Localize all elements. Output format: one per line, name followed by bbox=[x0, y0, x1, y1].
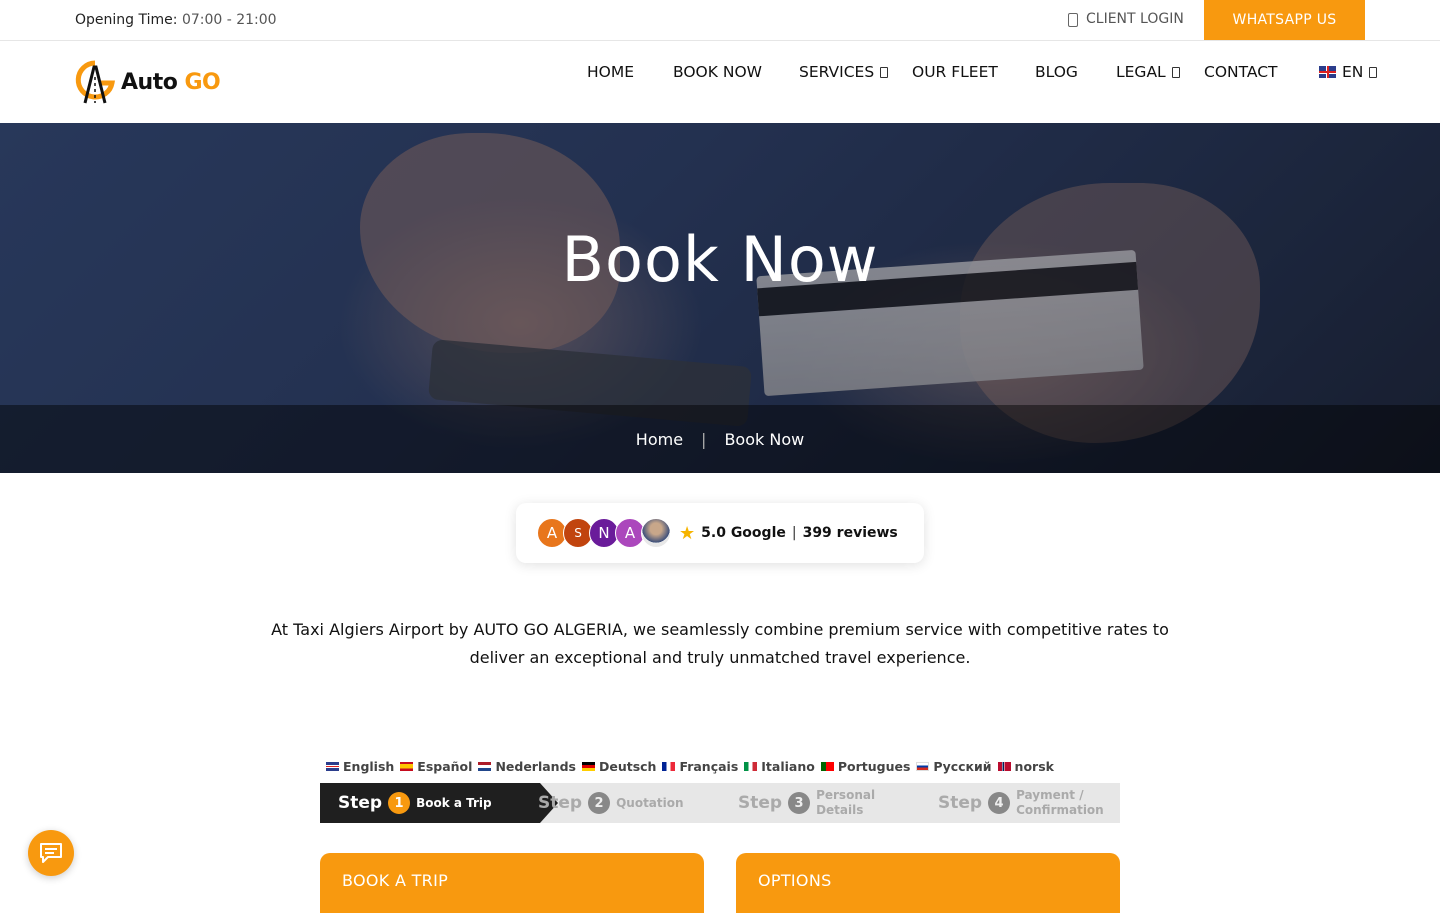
step-number: 1 bbox=[388, 792, 411, 814]
step-word: Step bbox=[338, 793, 383, 813]
star-icon: ★ bbox=[679, 522, 696, 544]
step-label: Quotation bbox=[616, 795, 684, 810]
review-count: 399 reviews bbox=[802, 525, 898, 541]
opening-time-label: Opening Time: bbox=[75, 12, 178, 28]
lang-label: Français bbox=[679, 759, 739, 774]
lang-label: Русский bbox=[933, 759, 992, 774]
lang-italian[interactable]: Italiano bbox=[744, 759, 815, 774]
step-1[interactable]: Step 1 Book a Trip bbox=[320, 783, 558, 823]
client-login-label: CLIENT LOGIN bbox=[1086, 11, 1184, 27]
brand-name-auto: Auto bbox=[121, 69, 185, 95]
lang-norwegian[interactable]: norsk bbox=[997, 759, 1054, 774]
booking-language-list: English Español Nederlands Deutsch Franç… bbox=[326, 759, 1054, 774]
step-label: Book a Trip bbox=[416, 795, 492, 810]
step-word: Step bbox=[538, 793, 583, 813]
lang-spanish[interactable]: Español bbox=[400, 759, 472, 774]
nav-our-fleet[interactable]: OUR FLEET bbox=[912, 63, 998, 81]
lang-dutch[interactable]: Nederlands bbox=[478, 759, 576, 774]
client-login-link[interactable]: CLIENT LOGIN bbox=[1066, 11, 1184, 27]
step-3[interactable]: Step 3 Personal Details bbox=[738, 783, 886, 823]
portugal-flag-icon bbox=[820, 762, 834, 771]
opening-time: Opening Time: 07:00 - 21:00 bbox=[75, 12, 277, 28]
chat-widget-button[interactable] bbox=[28, 830, 74, 876]
nav-book-now-label: BOOK NOW bbox=[673, 63, 762, 81]
booking-steps: Step 1 Book a Trip Step 2 Quotation Step… bbox=[320, 783, 1120, 823]
nav-services-label: SERVICES bbox=[799, 63, 875, 81]
nav-blog-label: BLOG bbox=[1035, 63, 1078, 81]
breadcrumb-current: Book Now bbox=[724, 429, 805, 449]
lang-label: Portugues bbox=[837, 759, 911, 774]
breadcrumb: Home | Book Now bbox=[0, 405, 1440, 473]
nav-contact[interactable]: CONTACT bbox=[1204, 63, 1278, 81]
language-label: EN bbox=[1342, 63, 1364, 81]
opening-time-value: 07:00 - 21:00 bbox=[181, 12, 277, 28]
lang-label: English bbox=[343, 759, 395, 774]
chat-bubble-icon bbox=[40, 843, 62, 863]
step-label: Payment / Confirmation bbox=[1016, 788, 1104, 817]
brand-name: Auto GO bbox=[121, 69, 221, 95]
chevron-down-icon bbox=[880, 66, 889, 78]
lang-label: norsk bbox=[1014, 759, 1054, 774]
breadcrumb-separator: | bbox=[701, 429, 707, 449]
step-label: Personal Details bbox=[816, 788, 876, 817]
main-header: Auto GO HOME BOOK NOW SERVICES OUR FLEET… bbox=[0, 41, 1440, 123]
mobile-icon bbox=[1066, 12, 1078, 27]
chevron-down-icon bbox=[1171, 66, 1180, 78]
reviewer-avatars: A S N A bbox=[537, 518, 671, 548]
spain-flag-icon bbox=[400, 762, 414, 771]
netherlands-flag-icon bbox=[478, 762, 492, 771]
russia-flag-icon bbox=[916, 762, 930, 771]
review-separator: | bbox=[791, 525, 797, 541]
lang-french[interactable]: Français bbox=[662, 759, 738, 774]
google-reviews-badge[interactable]: A S N A ★ 5.0 Google | 399 reviews bbox=[516, 503, 924, 563]
norway-flag-icon bbox=[997, 762, 1011, 771]
lang-label: Italiano bbox=[761, 759, 815, 774]
logo-icon bbox=[75, 60, 115, 104]
germany-flag-icon bbox=[581, 762, 595, 771]
step-number: 2 bbox=[588, 792, 611, 814]
lang-english[interactable]: English bbox=[326, 759, 394, 774]
lang-german[interactable]: Deutsch bbox=[581, 759, 657, 774]
chevron-down-icon bbox=[1369, 66, 1378, 78]
nav-blog[interactable]: BLOG bbox=[1035, 63, 1078, 81]
options-panel-header: OPTIONS bbox=[736, 853, 1120, 913]
uk-flag-icon bbox=[326, 762, 339, 771]
nav-services[interactable]: SERVICES bbox=[799, 63, 889, 81]
step-number: 4 bbox=[988, 792, 1011, 814]
step-4[interactable]: Step 4 Payment / Confirmation bbox=[938, 783, 1116, 823]
france-flag-icon bbox=[662, 762, 676, 771]
step-2[interactable]: Step 2 Quotation bbox=[538, 783, 684, 823]
nav-legal-label: LEGAL bbox=[1116, 63, 1166, 81]
nav-our-fleet-label: OUR FLEET bbox=[912, 63, 998, 81]
brand-name-go: GO bbox=[184, 69, 221, 95]
step-word: Step bbox=[938, 793, 983, 813]
step-number: 3 bbox=[788, 792, 811, 814]
intro-text: At Taxi Algiers Airport by AUTO GO ALGER… bbox=[271, 620, 1169, 667]
book-a-trip-panel-header: BOOK A TRIP bbox=[320, 853, 704, 913]
language-switcher[interactable]: EN bbox=[1319, 63, 1378, 81]
avatar-photo bbox=[641, 518, 671, 548]
lang-portuguese[interactable]: Portugues bbox=[820, 759, 911, 774]
lang-label: Nederlands bbox=[495, 759, 576, 774]
site-logo[interactable]: Auto GO bbox=[75, 59, 221, 105]
breadcrumb-home[interactable]: Home bbox=[636, 430, 683, 449]
nav-home-label: HOME bbox=[587, 63, 635, 81]
lang-label: Deutsch bbox=[598, 759, 657, 774]
whatsapp-button[interactable]: WHATSAPP US bbox=[1204, 0, 1365, 40]
lang-russian[interactable]: Русский bbox=[916, 759, 992, 774]
review-score: 5.0 Google bbox=[701, 525, 786, 541]
step-word: Step bbox=[738, 793, 783, 813]
top-bar: Opening Time: 07:00 - 21:00 CLIENT LOGIN… bbox=[0, 0, 1440, 41]
hero-banner: Book Now Home | Book Now bbox=[0, 123, 1440, 473]
nav-legal[interactable]: LEGAL bbox=[1116, 63, 1180, 81]
page-title: Book Now bbox=[561, 223, 879, 296]
nav-book-now[interactable]: BOOK NOW bbox=[673, 63, 762, 81]
italy-flag-icon bbox=[744, 762, 758, 771]
nav-contact-label: CONTACT bbox=[1204, 63, 1278, 81]
uk-flag-icon bbox=[1319, 66, 1336, 78]
nav-home[interactable]: HOME bbox=[587, 63, 634, 81]
lang-label: Español bbox=[417, 759, 473, 774]
